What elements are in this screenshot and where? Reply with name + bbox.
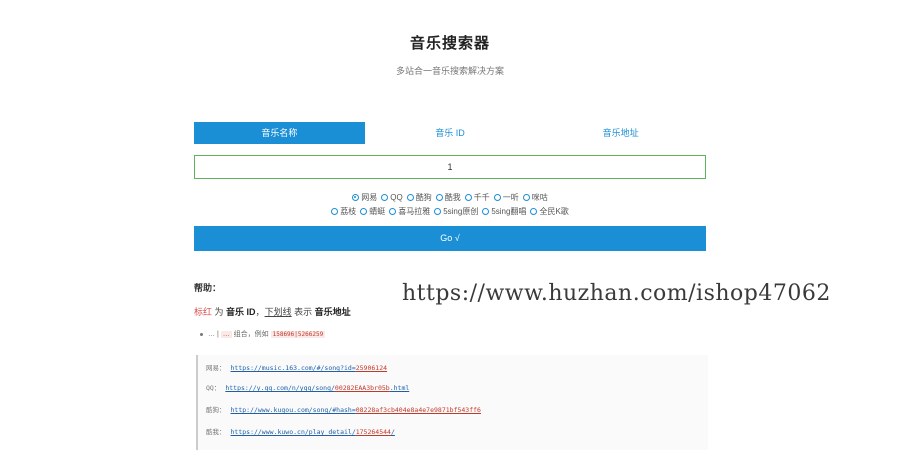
legend-red-text: 标红	[194, 307, 213, 317]
note-separator: |	[215, 331, 221, 338]
radio-unchecked-icon	[331, 208, 339, 215]
radio-unchecked-icon	[522, 194, 530, 201]
radio-unchecked-icon	[389, 208, 397, 215]
example-url[interactable]: http://www.kugou.com/song/#hash=	[231, 406, 356, 414]
radio-label: 千千	[473, 193, 490, 202]
example-url[interactable]: https://music.163.com/#/song?id=	[231, 364, 356, 372]
example-id: 08228af3cb404e8a4e7e9871bf543ff6	[355, 406, 481, 414]
radio-label: 网易	[361, 193, 378, 202]
url-examples-block: 网易： https://music.163.com/#/song?id=25906…	[196, 355, 708, 450]
radio-label: 5sing翻唱	[491, 207, 527, 216]
radio-unchecked-icon	[464, 194, 472, 201]
example-url[interactable]: https://www.kuwo.cn/play_detail/	[231, 428, 356, 436]
bullet-icon	[200, 332, 203, 336]
radio-unchecked-icon	[493, 194, 501, 201]
example-label: QQ：	[206, 384, 221, 392]
radio-label: 5sing原创	[443, 207, 479, 216]
radio-checked-icon	[352, 194, 360, 201]
example-line-partial: ……	[206, 445, 219, 450]
example-line-netease: 网易： https://music.163.com/#/song?id=25906…	[206, 362, 387, 372]
example-id: 175264544	[355, 428, 391, 436]
source-radio-kuwo[interactable]: 酷我	[435, 192, 461, 203]
page-title: 音乐搜索器	[409, 35, 490, 52]
radio-unchecked-icon	[434, 208, 442, 215]
source-radio-kugou[interactable]: 酷狗	[406, 192, 432, 203]
radio-label: 蜻蜓	[369, 207, 386, 216]
example-label: …	[206, 445, 210, 450]
help-title: 帮助：	[194, 283, 222, 293]
help-legend: 标红 为 音乐 ID，下划线 表示 音乐地址	[194, 305, 351, 318]
source-radio-migu[interactable]: 咪咕	[522, 192, 548, 203]
source-radio-group-row2: 荔枝 蜻蜓 喜马拉雅 5sing原创 5sing翻唱 全民K歌	[0, 206, 900, 217]
note-text: …	[208, 331, 215, 338]
radio-unchecked-icon	[530, 208, 538, 215]
radio-unchecked-icon	[381, 194, 389, 201]
example-line-qq: QQ： https://y.qq.com/n/yqq/song/00282EAA3…	[206, 382, 409, 392]
watermark: https://www.huzhan.com/ishop47062	[402, 281, 831, 306]
radio-label: 一听	[502, 193, 519, 202]
tab-music-name[interactable]: 音乐名称	[194, 122, 365, 144]
source-radio-ximalaya[interactable]: 喜马拉雅	[389, 206, 430, 217]
radio-label: 酷狗	[415, 193, 432, 202]
radio-label: 咪咕	[531, 193, 548, 202]
source-radio-qq[interactable]: QQ	[381, 192, 403, 203]
example-label: 网易：	[206, 364, 226, 372]
example-id: 00282EAA3br05b	[334, 384, 390, 392]
source-radio-group-row1: 网易 QQ 酷狗 酷我 千千 一听 咪咕	[0, 192, 900, 203]
example-line-kuwo: 酷我： https://www.kuwo.cn/play_detail/17526…	[206, 426, 395, 436]
legend-text: 为	[212, 307, 227, 317]
source-radio-lizhi[interactable]: 荔枝	[331, 206, 356, 217]
source-radio-qingting[interactable]: 蜻蜓	[360, 206, 385, 217]
note-tag: …	[220, 331, 232, 338]
example-suffix: /	[390, 428, 395, 436]
page-subtitle: 多站合一音乐搜索解决方案	[395, 66, 504, 76]
legend-addr-text: 音乐地址	[314, 307, 351, 317]
search-mode-tabs: 音乐名称 音乐 ID 音乐地址	[194, 122, 706, 144]
legend-underline-text: 下划线	[264, 307, 292, 317]
go-button[interactable]: Go √	[194, 226, 706, 251]
radio-label: 全民K歌	[539, 207, 569, 216]
example-url[interactable]: …	[215, 445, 219, 450]
note-example: 158696|5266259	[270, 331, 326, 338]
example-url[interactable]: https://y.qq.com/n/yqq/song/	[225, 384, 335, 392]
example-label: 酷狗：	[206, 406, 226, 414]
example-id: 25906124	[355, 364, 388, 372]
legend-text: 表示	[291, 307, 315, 317]
radio-label: 酷我	[444, 193, 461, 202]
source-radio-5sing-original[interactable]: 5sing原创	[434, 206, 478, 217]
tab-music-url[interactable]: 音乐地址	[535, 122, 706, 144]
source-radio-yiting[interactable]: 一听	[493, 192, 519, 203]
source-radio-5sing-cover[interactable]: 5sing翻唱	[482, 206, 526, 217]
radio-label: 喜马拉雅	[398, 207, 431, 216]
source-radio-kge[interactable]: 全民K歌	[530, 206, 569, 217]
legend-id-text: 音乐 ID	[226, 307, 256, 317]
search-input[interactable]	[194, 155, 706, 179]
radio-unchecked-icon	[482, 208, 490, 215]
source-radio-qianqian[interactable]: 千千	[464, 192, 490, 203]
note-suffix: 组合，例如	[231, 331, 271, 338]
help-note: … | … 组合，例如 158696|5266259	[200, 329, 326, 339]
example-suffix: .html	[389, 384, 410, 392]
radio-unchecked-icon	[406, 194, 414, 201]
source-radio-netease[interactable]: 网易	[352, 192, 377, 203]
radio-unchecked-icon	[435, 194, 443, 201]
example-label: 酷我：	[206, 428, 226, 436]
radio-label: QQ	[390, 193, 403, 202]
example-line-kugou: 酷狗： http://www.kugou.com/song/#hash=08228…	[206, 404, 481, 414]
radio-label: 荔枝	[340, 207, 357, 216]
tab-music-id[interactable]: 音乐 ID	[365, 122, 536, 144]
radio-unchecked-icon	[360, 208, 368, 215]
legend-text: ，	[255, 307, 265, 317]
